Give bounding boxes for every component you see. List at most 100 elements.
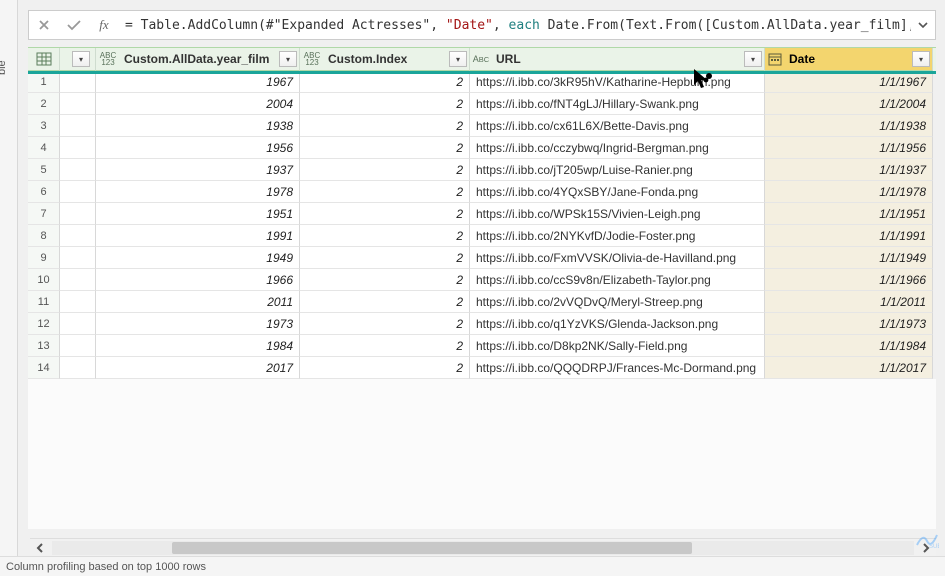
column-filter-year[interactable]: ▾ bbox=[279, 51, 297, 67]
cell-url[interactable]: https://i.ibb.co/fNT4gLJ/Hillary-Swank.p… bbox=[470, 93, 765, 115]
cell-date[interactable]: 1/1/1973 bbox=[765, 313, 933, 335]
cell-index[interactable]: 2 bbox=[300, 93, 470, 115]
column-filter-url[interactable]: ▾ bbox=[744, 51, 762, 67]
cell-index[interactable]: 2 bbox=[300, 291, 470, 313]
column-filter-index[interactable]: ▾ bbox=[449, 51, 467, 67]
cell-index[interactable]: 2 bbox=[300, 269, 470, 291]
cell-index[interactable]: 2 bbox=[300, 313, 470, 335]
cell-date[interactable]: 1/1/1956 bbox=[765, 137, 933, 159]
cell-date[interactable]: 1/1/1984 bbox=[765, 335, 933, 357]
cell-index[interactable]: 2 bbox=[300, 357, 470, 379]
formula-cancel-button[interactable] bbox=[29, 11, 59, 39]
cell-date[interactable]: 1/1/2004 bbox=[765, 93, 933, 115]
table-row[interactable]: 4 19562https://i.ibb.co/cczybwq/Ingrid-Be… bbox=[28, 137, 936, 159]
cell-date[interactable]: 1/1/1967 bbox=[765, 71, 933, 93]
cell-url[interactable]: https://i.ibb.co/4YQxSBY/Jane-Fonda.png bbox=[470, 181, 765, 203]
row-number[interactable]: 14 bbox=[28, 357, 60, 379]
cell-year[interactable]: 1956 bbox=[96, 137, 300, 159]
formula-input[interactable]: = Table.AddColumn(#"Expanded Actresses",… bbox=[119, 18, 911, 33]
row-number[interactable]: 8 bbox=[28, 225, 60, 247]
expand-filter-dropdown[interactable]: ▾ bbox=[72, 51, 90, 67]
cell-url[interactable]: https://i.ibb.co/cczybwq/Ingrid-Bergman.… bbox=[470, 137, 765, 159]
cell-index[interactable]: 2 bbox=[300, 203, 470, 225]
row-number[interactable]: 12 bbox=[28, 313, 60, 335]
table-row[interactable]: 8 19912https://i.ibb.co/2NYKvfD/Jodie-Fos… bbox=[28, 225, 936, 247]
cell-index[interactable]: 2 bbox=[300, 115, 470, 137]
table-row[interactable]: 9 19492https://i.ibb.co/FxmVVSK/Olivia-de… bbox=[28, 247, 936, 269]
column-header-url[interactable]: ABC URL ▾ bbox=[470, 48, 765, 71]
table-row[interactable]: 13 19842https://i.ibb.co/D8kp2NK/Sally-Fi… bbox=[28, 335, 936, 357]
cell-url[interactable]: https://i.ibb.co/D8kp2NK/Sally-Field.png bbox=[470, 335, 765, 357]
scroll-thumb[interactable] bbox=[172, 542, 692, 554]
row-number[interactable]: 1 bbox=[28, 71, 60, 93]
cell-url[interactable]: https://i.ibb.co/3kR95hV/Katharine-Hepbu… bbox=[470, 71, 765, 93]
table-row[interactable]: 220042https://i.ibb.co/fNT4gLJ/Hillary-S… bbox=[28, 93, 936, 115]
cell-index[interactable]: 2 bbox=[300, 225, 470, 247]
row-number[interactable]: 3 bbox=[28, 115, 60, 137]
cell-date[interactable]: 1/1/1951 bbox=[765, 203, 933, 225]
cell-year[interactable]: 1951 bbox=[96, 203, 300, 225]
cell-index[interactable]: 2 bbox=[300, 137, 470, 159]
cell-index[interactable]: 2 bbox=[300, 159, 470, 181]
cell-date[interactable]: 1/1/1991 bbox=[765, 225, 933, 247]
row-number[interactable]: 4 bbox=[28, 137, 60, 159]
row-number[interactable]: 9 bbox=[28, 247, 60, 269]
table-row[interactable]: 519372https://i.ibb.co/jT205wp/Luise-Ran… bbox=[28, 159, 936, 181]
cell-index[interactable]: 2 bbox=[300, 335, 470, 357]
cell-year[interactable]: 2004 bbox=[96, 93, 300, 115]
cell-year[interactable]: 1967 bbox=[96, 71, 300, 93]
table-row[interactable]: 7 19512https://i.ibb.co/WPSk15S/Vivien-Le… bbox=[28, 203, 936, 225]
cell-date[interactable]: 1/1/1938 bbox=[765, 115, 933, 137]
table-row[interactable]: 10 19662https://i.ibb.co/ccS9v8n/Elizabet… bbox=[28, 269, 936, 291]
cell-url[interactable]: https://i.ibb.co/ccS9v8n/Elizabeth-Taylo… bbox=[470, 269, 765, 291]
row-number[interactable]: 5 bbox=[28, 159, 60, 181]
row-number[interactable]: 6 bbox=[28, 181, 60, 203]
cell-date[interactable]: 1/1/1978 bbox=[765, 181, 933, 203]
row-number[interactable]: 2 bbox=[28, 93, 60, 115]
cell-index[interactable]: 2 bbox=[300, 71, 470, 93]
cell-year[interactable]: 1937 bbox=[96, 159, 300, 181]
cell-year[interactable]: 1949 bbox=[96, 247, 300, 269]
column-header-year[interactable]: ABC 123 Custom.AllData.year_film ▾ bbox=[96, 48, 300, 71]
table-row[interactable]: 1 19672https://i.ibb.co/3kR95hV/Katharine… bbox=[28, 71, 936, 93]
cell-year[interactable]: 1966 bbox=[96, 269, 300, 291]
cell-url[interactable]: https://i.ibb.co/q1YzVKS/Glenda-Jackson.… bbox=[470, 313, 765, 335]
cell-url[interactable]: https://i.ibb.co/2NYKvfD/Jodie-Foster.pn… bbox=[470, 225, 765, 247]
row-number[interactable]: 11 bbox=[28, 291, 60, 313]
cell-year[interactable]: 2017 bbox=[96, 357, 300, 379]
formula-expand-button[interactable] bbox=[911, 19, 935, 31]
cell-year[interactable]: 1984 bbox=[96, 335, 300, 357]
cell-url[interactable]: https://i.ibb.co/QQQDRPJ/Frances-Mc-Dorm… bbox=[470, 357, 765, 379]
row-number[interactable]: 7 bbox=[28, 203, 60, 225]
table-row[interactable]: 11 20112https://i.ibb.co/2vVQDvQ/Meryl-St… bbox=[28, 291, 936, 313]
row-number[interactable]: 10 bbox=[28, 269, 60, 291]
cell-year[interactable]: 1978 bbox=[96, 181, 300, 203]
scroll-track[interactable] bbox=[52, 541, 914, 555]
cell-year[interactable]: 1938 bbox=[96, 115, 300, 137]
cell-url[interactable]: https://i.ibb.co/2vVQDvQ/Meryl-Streep.pn… bbox=[470, 291, 765, 313]
row-expand-header[interactable]: ▾ bbox=[60, 48, 96, 71]
column-header-index[interactable]: ABC 123 Custom.Index ▾ bbox=[300, 48, 470, 71]
column-header-date[interactable]: Date ▾ bbox=[765, 48, 933, 71]
cell-year[interactable]: 1973 bbox=[96, 313, 300, 335]
cell-date[interactable]: 1/1/2017 bbox=[765, 357, 933, 379]
cell-date[interactable]: 1/1/2011 bbox=[765, 291, 933, 313]
horizontal-scrollbar[interactable] bbox=[30, 538, 936, 556]
cell-index[interactable]: 2 bbox=[300, 247, 470, 269]
row-number[interactable]: 13 bbox=[28, 335, 60, 357]
column-filter-date[interactable]: ▾ bbox=[912, 51, 930, 67]
cell-url[interactable]: https://i.ibb.co/cx61L6X/Bette-Davis.png bbox=[470, 115, 765, 137]
cell-date[interactable]: 1/1/1937 bbox=[765, 159, 933, 181]
fx-icon[interactable]: fx bbox=[89, 11, 119, 39]
cell-year[interactable]: 1991 bbox=[96, 225, 300, 247]
scroll-left-button[interactable] bbox=[30, 539, 50, 557]
cell-date[interactable]: 1/1/1966 bbox=[765, 269, 933, 291]
formula-accept-button[interactable] bbox=[59, 11, 89, 39]
queries-panel-collapsed[interactable]: ble bbox=[0, 0, 18, 556]
table-row[interactable]: 3 19382https://i.ibb.co/cx61L6X/Bette-Dav… bbox=[28, 115, 936, 137]
cell-year[interactable]: 2011 bbox=[96, 291, 300, 313]
cell-url[interactable]: https://i.ibb.co/FxmVVSK/Olivia-de-Havil… bbox=[470, 247, 765, 269]
cell-url[interactable]: https://i.ibb.co/WPSk15S/Vivien-Leigh.pn… bbox=[470, 203, 765, 225]
select-all-corner[interactable] bbox=[28, 48, 60, 71]
table-row[interactable]: 619782https://i.ibb.co/4YQxSBY/Jane-Fond… bbox=[28, 181, 936, 203]
